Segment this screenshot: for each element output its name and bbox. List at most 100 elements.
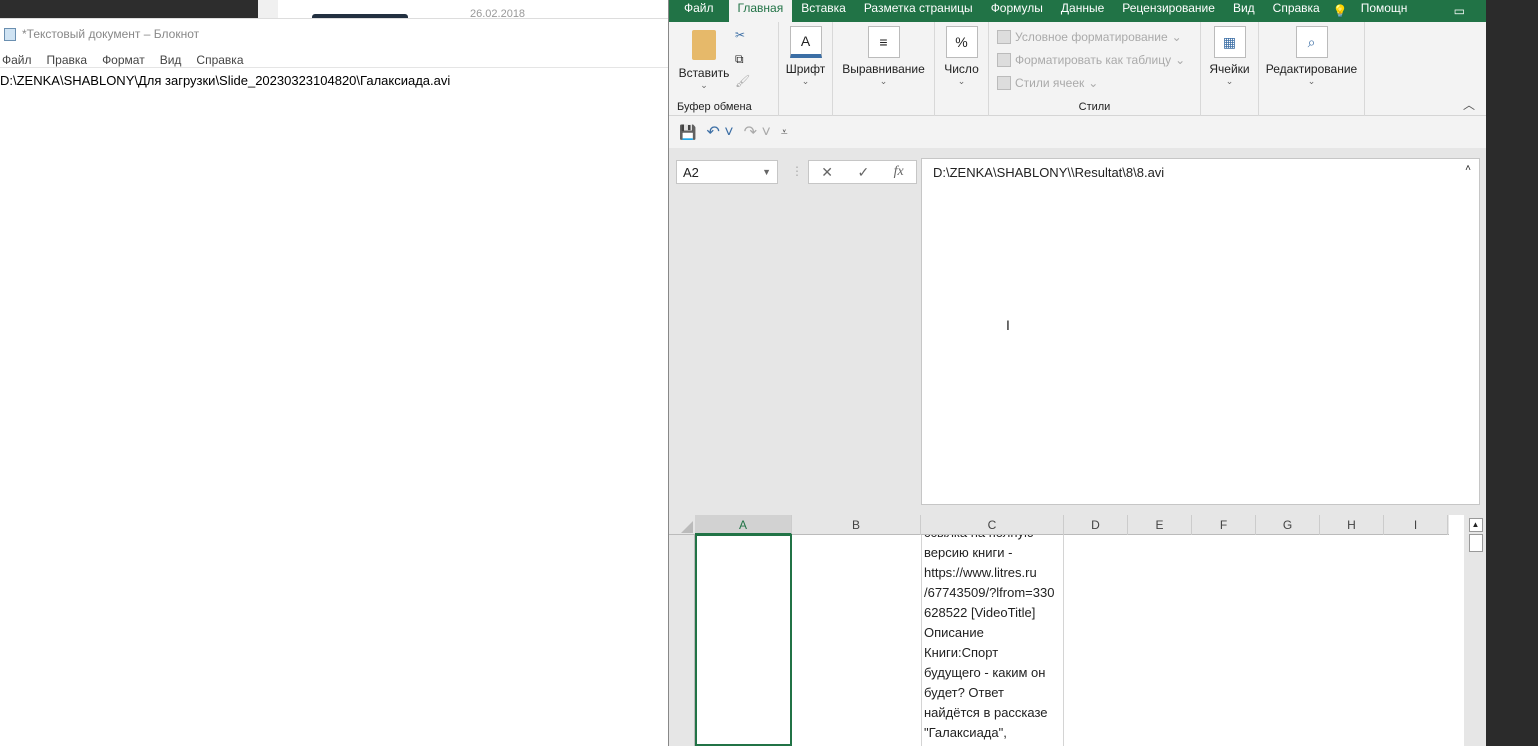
- cell-text-line: будущего - каким он: [924, 665, 1046, 680]
- conditional-formatting-button[interactable]: Условное форматирование ⌄: [997, 30, 1182, 44]
- column-header-h[interactable]: H: [1320, 515, 1384, 535]
- notepad-title-bar: *Текстовый документ – Блокнот: [4, 27, 199, 41]
- group-clipboard: Вставить ⌄ ✂ ⧉ 🖌 Буфер обмена: [669, 22, 779, 116]
- menu-file[interactable]: Файл: [2, 53, 32, 67]
- collapse-formula-bar-icon[interactable]: ˄: [1465, 163, 1471, 174]
- alignment-label: Выравнивание: [842, 62, 925, 76]
- comment-icon[interactable]: ▭: [1454, 4, 1465, 18]
- tab-file[interactable]: Файл: [669, 0, 729, 22]
- chevron-down-icon: ⌄: [801, 76, 810, 86]
- cells-button[interactable]: ▦ Ячейки ⌄: [1201, 22, 1259, 116]
- worksheet-grid: A B C D E F G H I ссылка на полную верси…: [669, 515, 1487, 746]
- cut-icon[interactable]: ✂: [735, 28, 745, 42]
- selected-cell-a2[interactable]: [695, 534, 792, 746]
- tab-page-layout[interactable]: Разметка страницы: [855, 0, 982, 22]
- copy-icon[interactable]: ⧉: [735, 52, 744, 67]
- tab-insert[interactable]: Вставка: [792, 0, 855, 22]
- menu-view[interactable]: Вид: [160, 53, 182, 67]
- row-headers: [669, 535, 695, 746]
- divider: [0, 67, 668, 68]
- notepad-title: *Текстовый документ – Блокнот: [22, 27, 200, 41]
- cells-label: Ячейки: [1209, 62, 1250, 76]
- column-header-b[interactable]: B: [792, 515, 921, 535]
- label: Стили ячеек: [1015, 76, 1085, 90]
- label: Условное форматирование: [1015, 30, 1168, 44]
- customize-toolbar-icon[interactable]: ⩡: [781, 125, 788, 140]
- formula-bar-input[interactable]: D:\ZENKA\SHABLONY\\Resultat\8\8.avi ˄ I: [921, 158, 1480, 505]
- column-header-d[interactable]: D: [1064, 515, 1128, 535]
- menu-format[interactable]: Формат: [102, 53, 145, 67]
- group-styles: Условное форматирование ⌄ Форматировать …: [989, 22, 1201, 116]
- chevron-down-icon: ⌄: [957, 76, 966, 86]
- column-header-a[interactable]: A: [695, 515, 792, 535]
- tab-tell-me[interactable]: Помощн: [1352, 0, 1417, 22]
- alignment-icon: ≡: [867, 26, 900, 58]
- cell-text-line: /67743509/?lfrom=330: [924, 585, 1055, 600]
- tab-home[interactable]: Главная: [728, 0, 793, 22]
- tab-view[interactable]: Вид: [1224, 0, 1264, 22]
- paste-button[interactable]: Вставить ⌄: [677, 30, 731, 91]
- tab-formulas[interactable]: Формулы: [982, 0, 1052, 22]
- select-all-button[interactable]: [681, 521, 693, 533]
- clipboard-group-label: Буфер обмена: [677, 101, 752, 113]
- format-as-table-button[interactable]: Форматировать как таблицу ⌄: [997, 53, 1185, 67]
- quick-access-toolbar: 💾 ↶ ˅ ↷ ˅ ⩡: [669, 116, 1487, 148]
- cell-text-line: https://www.litres.ru: [924, 565, 1037, 580]
- percent-icon: %: [945, 26, 978, 58]
- alignment-button[interactable]: ≡ Выравнивание ⌄: [833, 22, 935, 116]
- undo-icon[interactable]: ↶ ˅: [706, 122, 733, 142]
- background-strip: [258, 0, 278, 18]
- desktop-background: [1486, 0, 1538, 746]
- search-icon: ⌕: [1295, 26, 1328, 58]
- notepad-window: *Текстовый документ – Блокнот Файл Правк…: [0, 18, 668, 746]
- column-header-g[interactable]: G: [1256, 515, 1320, 535]
- format-painter-icon[interactable]: 🖌: [735, 74, 750, 88]
- column-header-i[interactable]: I: [1384, 515, 1448, 535]
- name-box[interactable]: A2 ▼: [676, 160, 778, 184]
- cell-text-line: "Галаксиада",: [924, 725, 1007, 740]
- styles-group-label: Стили: [1078, 101, 1111, 113]
- menu-help[interactable]: Справка: [196, 53, 243, 67]
- conditional-formatting-icon: [997, 30, 1011, 44]
- tab-help[interactable]: Справка: [1264, 0, 1329, 22]
- formula-text: D:\ZENKA\SHABLONY\\Resultat\8\8.avi: [933, 165, 1165, 180]
- chevron-down-icon: ⌄: [1307, 76, 1316, 86]
- text-cursor-icon: I: [1006, 317, 1010, 333]
- cell-styles-icon: [997, 76, 1011, 90]
- label: Форматировать как таблицу: [1015, 53, 1172, 67]
- number-label: Число: [944, 62, 979, 76]
- excel-window: Файл Главная Вставка Разметка страницы Ф…: [668, 0, 1487, 746]
- notepad-icon: [4, 27, 16, 41]
- column-header-f[interactable]: F: [1192, 515, 1256, 535]
- collapse-ribbon-icon[interactable]: ︿: [1463, 96, 1475, 113]
- vertical-scrollbar[interactable]: ▲: [1464, 515, 1487, 746]
- enter-icon[interactable]: ✓: [857, 164, 869, 181]
- editing-button[interactable]: ⌕ Редактирование ⌄: [1259, 22, 1365, 116]
- cell-styles-button[interactable]: Стили ячеек ⌄: [997, 76, 1098, 90]
- notepad-menu-bar: Файл Правка Формат Вид Справка: [2, 53, 244, 67]
- tab-data[interactable]: Данные: [1052, 0, 1113, 22]
- font-button[interactable]: A Шрифт ⌄: [779, 22, 833, 116]
- cells-icon: ▦: [1213, 26, 1246, 58]
- column-header-c[interactable]: C: [921, 515, 1064, 535]
- chevron-down-icon: ⌄: [700, 80, 708, 90]
- redo-icon[interactable]: ↷ ˅: [744, 122, 771, 142]
- save-icon[interactable]: 💾: [679, 124, 696, 141]
- menu-edit[interactable]: Правка: [47, 53, 88, 67]
- column-header-e[interactable]: E: [1128, 515, 1192, 535]
- insert-function-icon[interactable]: fx: [894, 164, 904, 180]
- scroll-thumb[interactable]: [1468, 534, 1483, 552]
- cancel-icon[interactable]: ✕: [821, 164, 833, 181]
- cell-text-line: Книги:Спорт: [924, 645, 999, 660]
- cell-c2[interactable]: ссылка на полную версию книги - https://…: [921, 535, 1064, 746]
- number-button[interactable]: % Число ⌄: [935, 22, 989, 116]
- formula-bar-grip[interactable]: ⋮: [791, 164, 803, 178]
- chevron-down-icon: ⌄: [1225, 76, 1234, 86]
- cell-text-line: найдётся в рассказе: [924, 705, 1048, 720]
- scroll-up-arrow-icon[interactable]: ▲: [1468, 518, 1483, 532]
- ribbon: Вставить ⌄ ✂ ⧉ 🖌 Буфер обмена A Шрифт ⌄ …: [669, 22, 1487, 116]
- tab-review[interactable]: Рецензирование: [1113, 0, 1224, 22]
- cell-text-line: будет? Ответ: [924, 685, 1004, 700]
- chevron-down-icon[interactable]: ▼: [762, 167, 771, 177]
- notepad-text-area[interactable]: D:\ZENKA\SHABLONY\Для загрузки\Slide_202…: [0, 73, 450, 88]
